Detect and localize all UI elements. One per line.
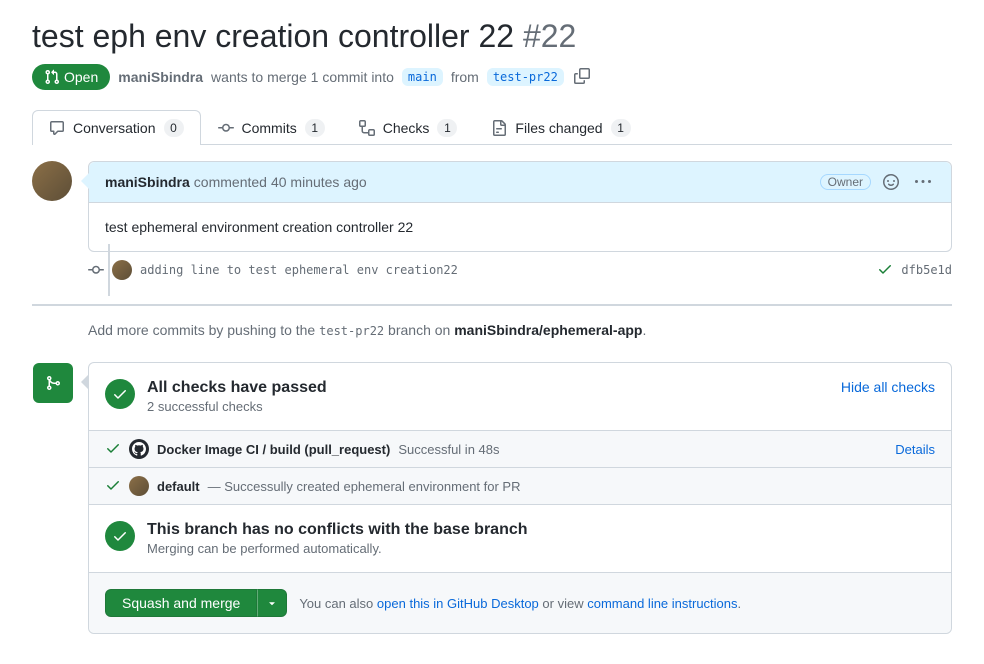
- tab-label: Conversation: [73, 120, 156, 136]
- pr-meta: Open maniSbindra wants to merge 1 commit…: [32, 64, 952, 90]
- tab-label: Files changed: [515, 120, 602, 136]
- check-status: Successful in 48s: [398, 442, 499, 457]
- tab-label: Checks: [383, 120, 430, 136]
- cli-instructions-link[interactable]: command line instructions: [587, 596, 737, 611]
- copy-icon[interactable]: [572, 66, 592, 89]
- tab-count: 1: [611, 119, 631, 137]
- comment-author[interactable]: maniSbindra: [105, 174, 190, 190]
- tab-count: 1: [305, 119, 325, 137]
- comment-body: test ephemeral environment creation cont…: [89, 203, 951, 251]
- merge-dropdown-button[interactable]: [257, 589, 287, 617]
- check-icon: [105, 440, 121, 459]
- comment-item: maniSbindra commented 40 minutes ago Own…: [32, 161, 952, 252]
- pr-state-text: Open: [64, 69, 98, 85]
- tab-files[interactable]: Files changed 1: [474, 110, 647, 145]
- conflicts-row: This branch has no conflicts with the ba…: [89, 505, 951, 573]
- check-item: default — Successully created ephemeral …: [89, 468, 951, 505]
- github-desktop-link[interactable]: open this in GitHub Desktop: [377, 596, 539, 611]
- hint-mid: branch on: [388, 322, 450, 338]
- tabs: Conversation 0 Commits 1 Checks 1 Files …: [32, 110, 952, 145]
- squash-merge-button[interactable]: Squash and merge: [105, 589, 257, 617]
- conflicts-subtitle: Merging can be performed automatically.: [147, 541, 935, 556]
- check-avatar: [129, 476, 149, 496]
- pr-header: test eph env creation controller 22 #22 …: [32, 16, 952, 90]
- tab-commits[interactable]: Commits 1: [201, 110, 342, 145]
- comment-box: maniSbindra commented 40 minutes ago Own…: [88, 161, 952, 252]
- check-icon[interactable]: [877, 261, 893, 280]
- hint-prefix: Add more commits by pushing to the: [88, 322, 315, 338]
- commit-icon: [88, 262, 104, 278]
- owner-badge: Owner: [820, 174, 871, 190]
- push-hint: Add more commits by pushing to the test-…: [32, 304, 952, 354]
- commit-message[interactable]: adding line to test ephemeral env creati…: [140, 263, 869, 277]
- pr-title: test eph env creation controller 22 #22: [32, 16, 952, 56]
- commit-avatar[interactable]: [112, 260, 132, 280]
- check-icon: [105, 477, 121, 496]
- help-mid: or view: [542, 596, 583, 611]
- check-details-link[interactable]: Details: [895, 442, 935, 457]
- check-name: Docker Image CI / build (pull_request): [157, 442, 390, 457]
- merge-help: You can also open this in GitHub Desktop…: [299, 596, 741, 611]
- tab-count: 0: [164, 119, 184, 137]
- kebab-icon[interactable]: [911, 170, 935, 194]
- help-prefix: You can also: [299, 596, 373, 611]
- tab-checks[interactable]: Checks 1: [342, 110, 475, 145]
- checks-summary-row: All checks have passed 2 successful chec…: [89, 363, 951, 431]
- check-item: Docker Image CI / build (pull_request) S…: [89, 431, 951, 468]
- checks-subtitle: 2 successful checks: [147, 399, 327, 414]
- merge-badge: [33, 363, 73, 403]
- hide-checks-link[interactable]: Hide all checks: [841, 379, 935, 395]
- merge-box: All checks have passed 2 successful chec…: [88, 362, 952, 634]
- checks-title: All checks have passed: [147, 379, 327, 397]
- check-name: default: [157, 479, 200, 494]
- comment-time[interactable]: 40 minutes ago: [271, 174, 367, 190]
- merge-actions: Squash and merge You can also open this …: [89, 573, 951, 633]
- hint-repo: maniSbindra/ephemeral-app: [454, 322, 642, 338]
- github-icon: [129, 439, 149, 459]
- merge-button-group: Squash and merge: [105, 589, 287, 617]
- head-branch[interactable]: test-pr22: [487, 68, 564, 86]
- pr-state-badge: Open: [32, 64, 110, 90]
- commit-row: adding line to test ephemeral env creati…: [32, 252, 952, 288]
- comment-header: maniSbindra commented 40 minutes ago Own…: [89, 162, 951, 203]
- avatar[interactable]: [32, 161, 72, 201]
- timeline: maniSbindra commented 40 minutes ago Own…: [32, 161, 952, 634]
- emoji-icon[interactable]: [879, 170, 903, 194]
- tab-count: 1: [437, 119, 457, 137]
- check-status: — Successully created ephemeral environm…: [208, 479, 521, 494]
- pr-author[interactable]: maniSbindra: [118, 69, 203, 85]
- pr-number: #22: [523, 18, 576, 54]
- commit-sha[interactable]: dfb5e1d: [901, 263, 952, 277]
- merge-section: All checks have passed 2 successful chec…: [88, 362, 952, 634]
- caret-down-icon: [266, 597, 278, 609]
- pr-title-text: test eph env creation controller 22: [32, 18, 514, 54]
- tab-label: Commits: [242, 120, 297, 136]
- merge-text-2: from: [451, 69, 479, 85]
- tab-conversation[interactable]: Conversation 0: [32, 110, 201, 145]
- success-icon: [105, 521, 135, 551]
- hint-branch: test-pr22: [319, 324, 384, 338]
- success-icon: [105, 379, 135, 409]
- comment-action: commented: [194, 174, 267, 190]
- conflicts-title: This branch has no conflicts with the ba…: [147, 521, 935, 539]
- git-pull-request-icon: [44, 69, 60, 85]
- base-branch[interactable]: main: [402, 68, 443, 86]
- merge-text-1: wants to merge 1 commit into: [211, 69, 394, 85]
